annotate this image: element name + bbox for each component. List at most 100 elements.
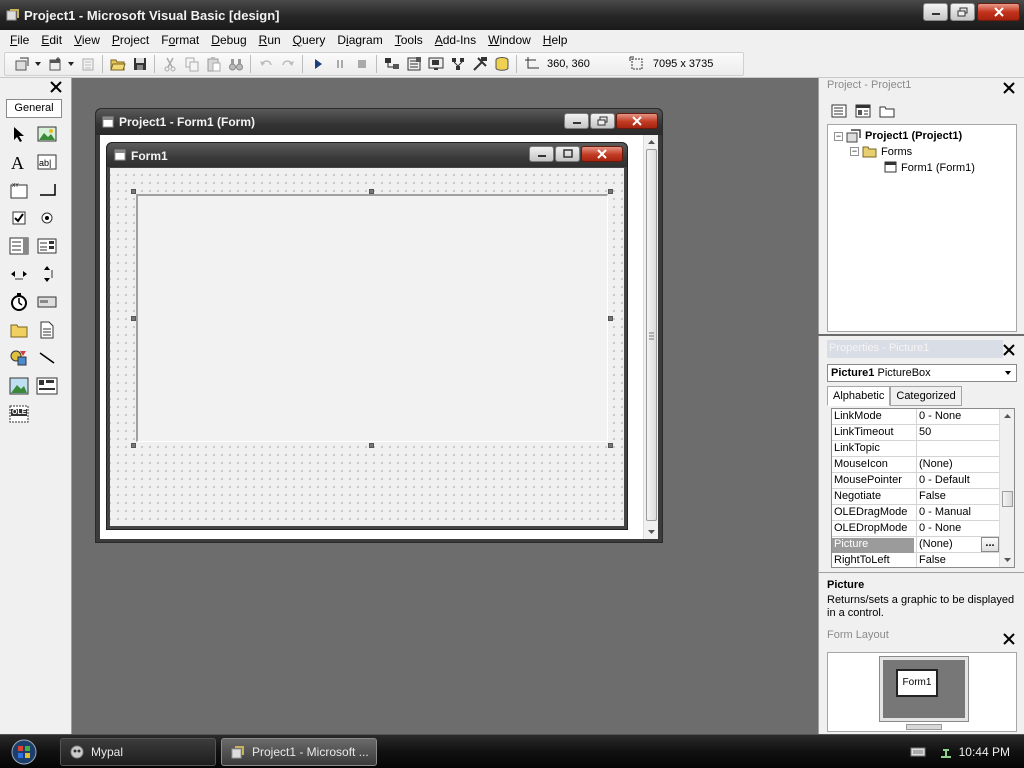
toolbox-close-icon[interactable] [49,80,63,94]
start-button[interactable] [307,54,328,74]
menu-file[interactable]: File [4,31,35,50]
designer-minimize-button[interactable] [564,113,589,129]
view-object-button[interactable] [853,101,873,121]
toggle-folders-button[interactable] [877,101,897,121]
cut-button[interactable] [159,54,180,74]
data-view-button[interactable] [491,54,512,74]
property-row[interactable]: LinkMode 0 - None [832,409,1000,425]
menu-run[interactable]: Run [253,31,287,50]
main-titlebar[interactable]: Project1 - Microsoft Visual Basic [desig… [0,0,1024,30]
add-form-dropdown[interactable] [66,54,76,74]
commandbutton-tool[interactable] [35,178,59,202]
save-project-button[interactable] [129,54,150,74]
property-grid-scroll-thumb[interactable] [1002,491,1013,507]
hscrollbar-tool[interactable] [7,262,31,286]
property-grid[interactable]: LinkMode 0 - None LinkTimeout 50 LinkTopic… [831,408,1015,568]
property-row-selected[interactable]: Picture (None)... [832,537,1000,553]
menu-diagram[interactable]: Diagram [331,31,388,50]
break-button[interactable] [329,54,350,74]
form1-titlebar[interactable]: Form1 [107,143,627,167]
add-project-button[interactable] [11,54,32,74]
properties-window-button[interactable] [403,54,424,74]
picturebox-tool[interactable] [35,122,59,146]
toolbox-general-tab[interactable]: General [6,99,62,118]
project-explorer-button[interactable] [381,54,402,74]
menu-edit[interactable]: Edit [35,31,68,50]
open-project-button[interactable] [107,54,128,74]
resize-handle[interactable] [131,443,136,448]
taskbar-item-mypal[interactable]: Mypal [60,738,216,766]
clock[interactable]: 10:44 PM [959,745,1010,759]
resize-handle[interactable] [369,189,374,194]
toolbox-button[interactable] [469,54,490,74]
copy-button[interactable] [181,54,202,74]
data-tool[interactable] [35,374,59,398]
properties-close-icon[interactable] [1002,343,1016,357]
undo-button[interactable] [255,54,276,74]
label-tool[interactable]: A [7,150,31,174]
tree-node-forms[interactable]: − Forms [850,145,912,158]
menu-editor-button[interactable] [77,54,98,74]
filelistbox-tool[interactable] [35,318,59,342]
object-browser-button[interactable] [447,54,468,74]
menu-add-ins[interactable]: Add-Ins [429,31,482,50]
minimize-button[interactable] [923,3,948,21]
paste-button[interactable] [203,54,224,74]
vscrollbar-tool[interactable] [35,262,59,286]
ole-tool[interactable]: OLE [7,402,31,426]
form-layout-button[interactable] [425,54,446,74]
tab-alphabetic[interactable]: Alphabetic [827,386,891,406]
resize-handle[interactable] [131,189,136,194]
checkbox-tool[interactable] [7,206,31,230]
optionbutton-tool[interactable] [35,206,59,230]
form1-maximize-button[interactable] [555,146,580,162]
resize-handle[interactable] [131,316,136,321]
close-button[interactable] [977,3,1020,21]
form-layout-view[interactable]: Form1 [827,652,1017,732]
resize-handle[interactable] [608,316,613,321]
menu-debug[interactable]: Debug [205,31,252,50]
restore-button[interactable] [950,3,975,21]
designer-titlebar[interactable]: Project1 - Form1 (Form) [96,109,662,135]
ellipsis-button[interactable]: ... [981,537,999,552]
designer-scroll-thumb[interactable] [646,149,657,521]
tree-node-form1[interactable]: Form1 (Form1) [884,161,975,174]
combobox-tool[interactable] [7,234,31,258]
frame-tool[interactable]: XY [7,178,31,202]
property-row[interactable]: OLEDropMode 0 - None [832,521,1000,537]
form1-close-button[interactable] [581,146,623,162]
shape-tool[interactable] [7,346,31,370]
tab-categorized[interactable]: Categorized [890,386,962,406]
picture1-picturebox[interactable] [136,194,608,442]
property-row[interactable]: RightToLeft False [832,553,1000,567]
collapse-icon[interactable]: − [850,147,859,156]
property-row[interactable]: LinkTimeout 50 [832,425,1000,441]
property-row[interactable]: MouseIcon (None) [832,457,1000,473]
timer-tool[interactable] [7,290,31,314]
form1-client-area[interactable] [110,168,624,526]
line-tool[interactable] [35,346,59,370]
textbox-tool[interactable]: ab| [35,150,59,174]
dirlistbox-tool[interactable] [7,318,31,342]
collapse-icon[interactable]: − [834,131,843,141]
property-grid-scrollbar[interactable] [999,409,1014,567]
form1-window[interactable]: Form1 [106,142,628,530]
menu-project[interactable]: Project [106,31,155,50]
property-row[interactable]: MousePointer 0 - Default [832,473,1000,489]
end-button[interactable] [351,54,372,74]
tree-node-project[interactable]: − Project1 (Project1) [834,129,962,143]
taskbar-item-vb[interactable]: Project1 - Microsoft ... [221,738,377,766]
network-icon[interactable] [938,744,954,760]
designer-vertical-scrollbar[interactable] [643,135,658,539]
property-row[interactable]: OLEDragMode 0 - Manual [832,505,1000,521]
resize-handle[interactable] [369,443,374,448]
resize-handle[interactable] [608,443,613,448]
resize-handle[interactable] [608,189,613,194]
property-row[interactable]: LinkTopic [832,441,1000,457]
add-form-button[interactable] [44,54,65,74]
menu-tools[interactable]: Tools [389,31,429,50]
form-layout-form1[interactable]: Form1 [896,669,938,697]
designer-restore-button[interactable] [590,113,615,129]
object-selector[interactable]: Picture1 PictureBox [827,364,1017,382]
image-tool[interactable] [7,374,31,398]
